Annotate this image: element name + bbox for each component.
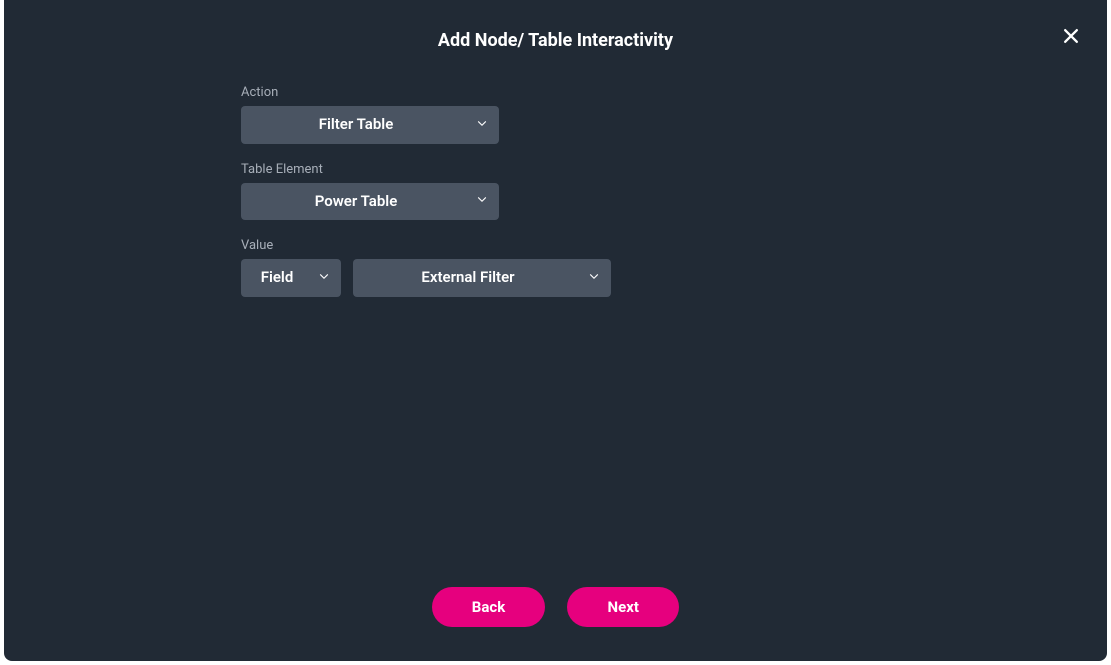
modal-body: Action Filter Table Table Element Power …: [4, 61, 1107, 587]
next-button[interactable]: Next: [567, 587, 679, 627]
table-element-label: Table Element: [241, 162, 1087, 177]
value-type-select[interactable]: Field: [241, 259, 341, 297]
value-label: Value: [241, 238, 1087, 253]
close-button[interactable]: [1057, 22, 1085, 50]
table-element-group: Table Element Power Table: [241, 162, 1087, 221]
value-filter-select[interactable]: External Filter: [353, 259, 611, 297]
action-select-wrap: Filter Table: [241, 106, 499, 144]
action-select[interactable]: Filter Table: [241, 106, 499, 144]
modal-footer: Back Next: [4, 587, 1107, 661]
value-row: Field External Filter: [241, 259, 1087, 297]
modal-header: Add Node/ Table Interactivity: [4, 0, 1107, 61]
action-label: Action: [241, 85, 1087, 100]
value-filter-select-wrap: External Filter: [353, 259, 611, 297]
table-element-select-wrap: Power Table: [241, 183, 499, 221]
table-element-select[interactable]: Power Table: [241, 183, 499, 221]
close-icon: [1061, 26, 1081, 46]
value-group: Value Field External Filter: [241, 238, 1087, 297]
add-interactivity-modal: Add Node/ Table Interactivity Action Fil…: [4, 0, 1107, 661]
modal-title: Add Node/ Table Interactivity: [24, 30, 1087, 51]
back-button[interactable]: Back: [432, 587, 545, 627]
value-type-select-wrap: Field: [241, 259, 341, 297]
action-group: Action Filter Table: [241, 85, 1087, 144]
